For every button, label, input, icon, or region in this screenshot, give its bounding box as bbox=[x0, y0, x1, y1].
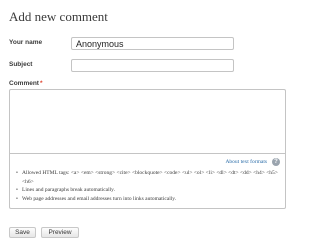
preview-button[interactable]: Preview bbox=[41, 227, 79, 238]
format-tips-list: Allowed HTML tags: <a> <em> <strong> <ci… bbox=[16, 169, 278, 203]
format-tip: Allowed HTML tags: <a> <em> <strong> <ci… bbox=[16, 169, 278, 186]
required-marker: * bbox=[39, 80, 43, 87]
comment-textarea[interactable] bbox=[9, 89, 286, 153]
subject-input[interactable] bbox=[71, 59, 234, 72]
format-tip: Lines and paragraphs break automatically… bbox=[16, 186, 278, 195]
text-format-help: About text formats ? Allowed HTML tags: … bbox=[9, 153, 286, 209]
name-label: Your name bbox=[9, 39, 43, 46]
comment-label: Comment* bbox=[9, 80, 43, 87]
format-tip: Web page addresses and email addresses t… bbox=[16, 195, 278, 204]
name-input[interactable] bbox=[71, 37, 234, 50]
save-button[interactable]: Save bbox=[9, 227, 36, 238]
subject-label: Subject bbox=[9, 61, 33, 68]
about-text-formats-link[interactable]: About text formats bbox=[225, 159, 267, 165]
help-icon[interactable]: ? bbox=[272, 158, 280, 166]
form-heading: Add new comment bbox=[9, 9, 108, 24]
